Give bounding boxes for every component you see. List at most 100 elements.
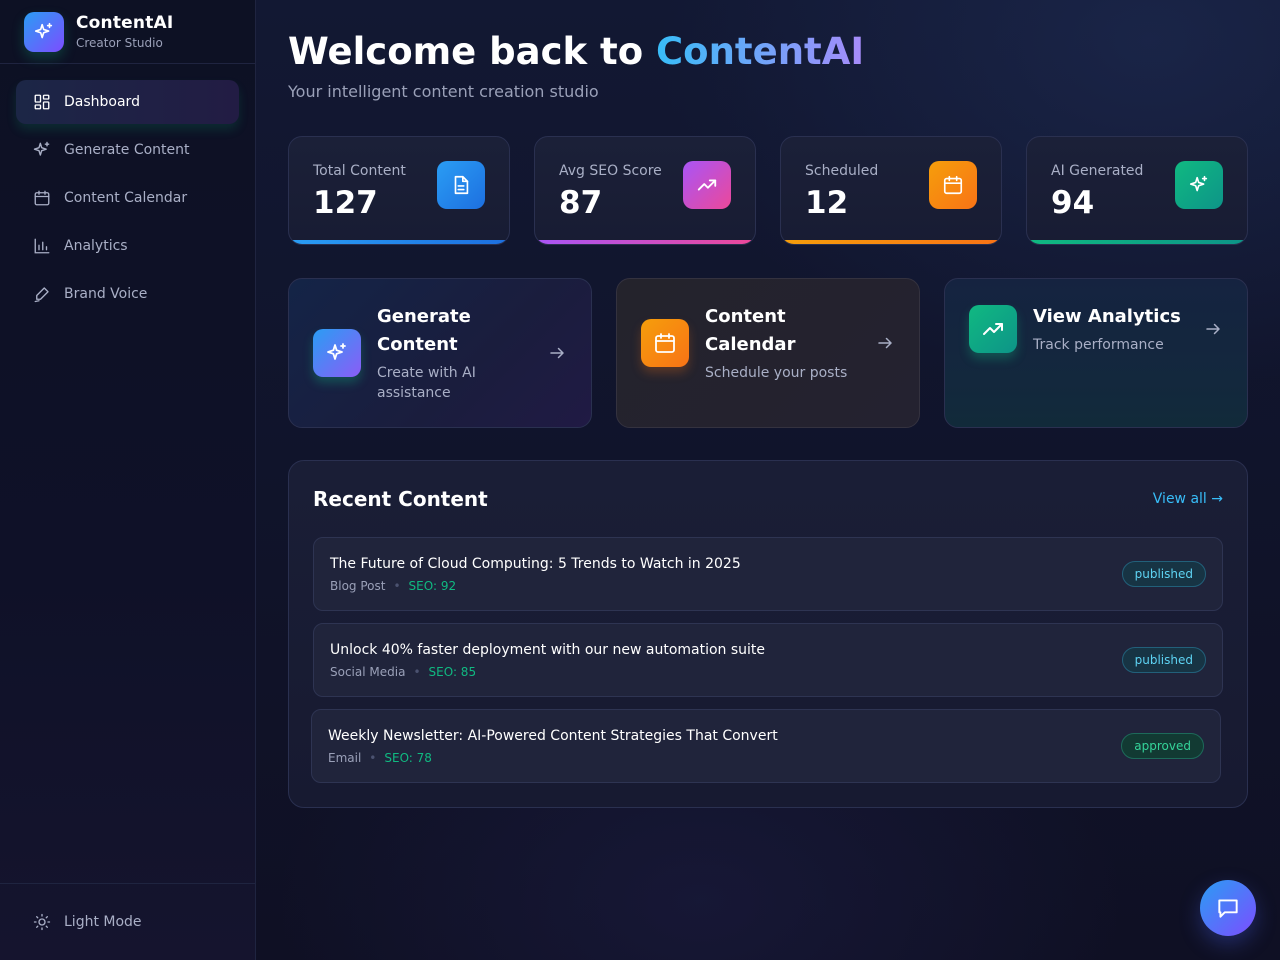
stat-value: 87 [559,185,603,221]
stat-label: Scheduled [805,163,879,179]
sidebar-item-label: Analytics [64,238,128,254]
stat-accent-bar [289,240,509,244]
stat-accent-bar [1027,240,1247,244]
content-type: Email [328,751,362,765]
action-title: Generate Content [377,303,471,359]
action-subtitle-line: Track performance [1033,337,1164,353]
action-generate-content[interactable]: Generate Content Create with AI assistan… [288,278,592,428]
light-mode-label: Light Mode [64,914,142,930]
chat-icon [1215,895,1241,921]
stat-value: 12 [805,185,849,221]
recent-content-panel: Recent Content View all → The Future of … [288,460,1248,808]
stat-value: 94 [1051,185,1095,221]
action-subtitle-line: Schedule your posts [705,365,848,381]
brand[interactable]: ContentAI Creator Studio [0,0,255,64]
sidebar-item-brand-voice[interactable]: Brand Voice [16,272,239,316]
action-view-analytics[interactable]: View Analytics Track performance [944,278,1248,428]
action-title-line: View Analytics [1033,306,1181,327]
content-title: Weekly Newsletter: AI-Powered Content St… [328,728,778,744]
sparkles-icon [24,11,64,52]
content-meta: Email • SEO: 78 [328,751,432,765]
stat-accent-bar [535,240,755,244]
calendar-icon [32,188,52,208]
sidebar-item-label: Generate Content [64,142,190,158]
trending-up-icon [969,305,1017,353]
action-title: View Analytics [1033,303,1181,331]
sidebar-item-analytics[interactable]: Analytics [16,224,239,268]
status-badge: published [1121,647,1206,673]
brand-name: ContentAI [76,13,174,33]
sidebar-item-dashboard[interactable]: Dashboard [16,80,239,124]
stat-card-avg-seo-score: Avg SEO Score 87 [534,136,756,245]
action-subtitle: Track performance [1033,335,1164,355]
sparkles-icon [1175,161,1223,209]
action-subtitle: Create with AI assistance [377,363,476,403]
status-badge: published [1121,561,1206,587]
content-type: Blog Post [330,579,386,593]
sidebar-nav: Dashboard Generate Content Content Calen… [0,64,255,316]
status-badge: approved [1121,733,1204,759]
page-title-prefix: Welcome back to [288,30,657,73]
list-item[interactable]: Unlock 40% faster deployment with our ne… [313,623,1223,697]
action-subtitle: Schedule your posts [705,363,847,383]
arrow-right-icon [547,343,567,363]
seo-score: SEO: 78 [384,751,432,765]
stat-value: 127 [313,185,378,221]
page-title: Welcome back to ContentAI [288,30,864,73]
list-item[interactable]: The Future of Cloud Computing: 5 Trends … [313,537,1223,611]
sidebar-item-content-calendar[interactable]: Content Calendar [16,176,239,220]
sidebar-item-label: Content Calendar [64,190,188,206]
stat-card-total-content: Total Content 127 [288,136,510,245]
stat-card-ai-generated: AI Generated 94 [1026,136,1248,245]
dashboard-icon [32,92,52,112]
quick-actions: Generate Content Create with AI assistan… [288,278,1248,428]
seo-score: SEO: 92 [408,579,457,593]
action-title-line: Content [377,334,458,355]
arrow-right-icon [1203,319,1223,339]
calendar-icon [641,319,689,367]
page-subtitle: Your intelligent content creation studio [288,82,599,101]
trending-up-icon [683,161,731,209]
stat-label: Avg SEO Score [559,163,662,179]
content-title: The Future of Cloud Computing: 5 Trends … [330,556,741,572]
calendar-icon [929,161,977,209]
action-subtitle-line: Create with AI [377,365,476,381]
bar-chart-icon [32,236,52,256]
stat-label: AI Generated [1051,163,1144,179]
action-content-calendar[interactable]: Content Calendar Schedule your posts [616,278,920,428]
arrow-right-icon [875,333,895,353]
sidebar-footer: Light Mode [0,883,255,960]
recent-content-title: Recent Content [313,487,488,511]
action-title-line: Generate [377,306,471,327]
separator-dot: • [413,665,421,679]
sidebar-item-generate-content[interactable]: Generate Content [16,128,239,172]
seo-score: SEO: 85 [428,665,477,679]
page-title-accent: ContentAI [656,30,865,73]
action-title-line: Content [705,306,786,327]
light-mode-toggle[interactable]: Light Mode [16,900,239,944]
sidebar-item-label: Brand Voice [64,286,148,302]
content-type: Social Media [330,665,406,679]
action-title-line: Calendar [705,334,796,355]
list-item[interactable]: Weekly Newsletter: AI-Powered Content St… [311,709,1221,783]
sidebar-item-label: Dashboard [64,94,140,110]
brand-subtitle: Creator Studio [76,36,163,50]
content-title: Unlock 40% faster deployment with our ne… [330,642,766,658]
sparkles-icon [32,140,52,160]
content-meta: Blog Post • SEO: 92 [330,579,456,593]
app: ContentAI Creator Studio Dashboard Gener… [0,0,1280,960]
view-all-link[interactable]: View all → [1153,491,1223,507]
action-title: Content Calendar [705,303,795,359]
sidebar: ContentAI Creator Studio Dashboard Gener… [0,0,256,960]
sun-icon [32,912,52,932]
chat-button[interactable] [1200,880,1256,936]
action-subtitle-line: assistance [377,385,451,401]
pen-icon [32,284,52,304]
document-icon [437,161,485,209]
separator-dot: • [393,579,401,593]
stat-label: Total Content [313,163,406,179]
stats-row: Total Content 127 Avg SEO Score 87 Sched… [288,136,1248,245]
stat-card-scheduled: Scheduled 12 [780,136,1002,245]
content-meta: Social Media • SEO: 85 [330,665,476,679]
sparkles-icon [313,329,361,377]
